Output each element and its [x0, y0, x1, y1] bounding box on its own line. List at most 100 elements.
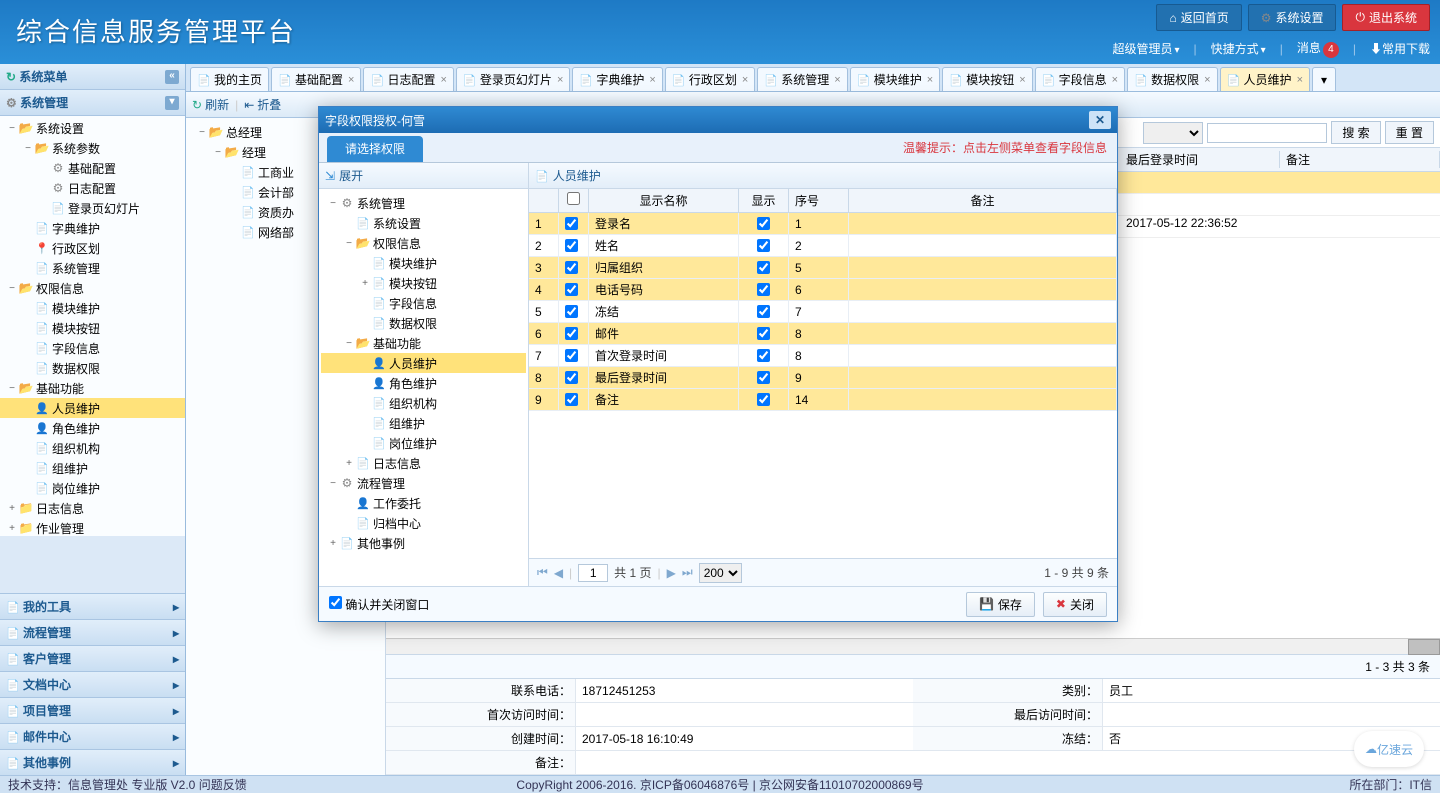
- row-show-checkbox[interactable]: [739, 301, 789, 322]
- tab-模块维护[interactable]: 模块维护×: [850, 67, 940, 91]
- pager-size-select[interactable]: 200: [699, 563, 742, 583]
- tree-toggle-icon[interactable]: +: [327, 538, 339, 549]
- tree-item-系统设置[interactable]: 系统设置: [321, 213, 526, 233]
- tree-item-作业管理[interactable]: +作业管理: [0, 518, 185, 536]
- tree-toggle-icon[interactable]: +: [359, 278, 371, 289]
- row-checkbox[interactable]: [559, 279, 589, 300]
- tree-toggle-icon[interactable]: −: [6, 383, 18, 394]
- tree-toggle-icon[interactable]: −: [343, 338, 355, 349]
- tree-item-组织机构[interactable]: 组织机构: [321, 393, 526, 413]
- col-show-header[interactable]: 显示: [739, 189, 789, 212]
- tree-item-字段信息[interactable]: 字段信息: [0, 338, 185, 358]
- settings-button[interactable]: 系统设置: [1248, 4, 1337, 31]
- tab-字段信息[interactable]: 字段信息×: [1035, 67, 1125, 91]
- modal-row[interactable]: 6邮件8: [529, 323, 1117, 345]
- modal-row[interactable]: 2姓名2: [529, 235, 1117, 257]
- tree-item-系统管理[interactable]: 系统管理: [0, 258, 185, 278]
- tab-模块按钮[interactable]: 模块按钮×: [942, 67, 1032, 91]
- tab-数据权限[interactable]: 数据权限×: [1127, 67, 1217, 91]
- expand-icon[interactable]: ▸: [173, 652, 179, 666]
- tree-item-系统管理[interactable]: −系统管理: [321, 193, 526, 213]
- quick-menu[interactable]: 快捷方式: [1211, 40, 1266, 57]
- collapse-button[interactable]: ⇤折叠: [244, 96, 281, 113]
- pager-first[interactable]: ⏮: [537, 565, 548, 580]
- tab-close-icon[interactable]: ×: [1019, 74, 1025, 86]
- download-link[interactable]: 常用下载: [1370, 40, 1430, 57]
- expand-icon[interactable]: ▸: [173, 626, 179, 640]
- col-name-header[interactable]: 显示名称: [589, 189, 739, 212]
- row-checkbox[interactable]: [559, 301, 589, 322]
- horizontal-scrollbar[interactable]: [386, 638, 1440, 654]
- tree-toggle-icon[interactable]: −: [327, 198, 339, 209]
- tree-item-归档中心[interactable]: 归档中心: [321, 513, 526, 533]
- modal-close-button[interactable]: ✕: [1089, 111, 1111, 129]
- expand-icon[interactable]: ▸: [173, 678, 179, 692]
- tree-toggle-icon[interactable]: +: [343, 458, 355, 469]
- tree-item-日志信息[interactable]: +日志信息: [321, 453, 526, 473]
- tab-close-icon[interactable]: ×: [1204, 74, 1210, 86]
- row-show-checkbox[interactable]: [739, 257, 789, 278]
- tree-item-模块按钮[interactable]: 模块按钮: [0, 318, 185, 338]
- row-show-checkbox[interactable]: [739, 213, 789, 234]
- tab-登录页幻灯片[interactable]: 登录页幻灯片×: [456, 67, 570, 91]
- confirm-close-checkbox[interactable]: 确认并关闭窗口: [329, 596, 429, 613]
- tab-字典维护[interactable]: 字典维护×: [572, 67, 662, 91]
- row-checkbox[interactable]: [559, 257, 589, 278]
- tree-item-其他事例[interactable]: +其他事例: [321, 533, 526, 553]
- tab-close-icon[interactable]: ×: [927, 74, 933, 86]
- pager-next[interactable]: ▶: [667, 566, 676, 580]
- tab-overflow[interactable]: ▾: [1312, 67, 1336, 91]
- tree-item-模块维护[interactable]: 模块维护: [0, 298, 185, 318]
- menu-header[interactable]: 系统菜单 «: [0, 64, 185, 90]
- accordion-文档中心[interactable]: 文档中心▸: [0, 671, 185, 697]
- accordion-其他事例[interactable]: 其他事例▸: [0, 749, 185, 775]
- modal-row[interactable]: 3归属组织5: [529, 257, 1117, 279]
- tree-toggle-icon[interactable]: −: [327, 478, 339, 489]
- tree-item-系统参数[interactable]: −系统参数: [0, 138, 185, 158]
- pager-last[interactable]: ⏭: [682, 565, 693, 580]
- tree-item-权限信息[interactable]: −权限信息: [0, 278, 185, 298]
- refresh-button[interactable]: 刷新: [192, 96, 229, 113]
- accordion-客户管理[interactable]: 客户管理▸: [0, 645, 185, 671]
- col-seq-header[interactable]: 序号: [789, 189, 849, 212]
- search-field-select[interactable]: [1143, 122, 1203, 144]
- collapse-icon[interactable]: ▾: [165, 96, 179, 110]
- tree-item-基础功能[interactable]: −基础功能: [321, 333, 526, 353]
- tree-item-组维护[interactable]: 组维护: [0, 458, 185, 478]
- expand-icon[interactable]: ▸: [173, 704, 179, 718]
- row-checkbox[interactable]: [559, 323, 589, 344]
- modal-row[interactable]: 9备注14: [529, 389, 1117, 411]
- search-input[interactable]: [1207, 123, 1327, 143]
- pager-prev[interactable]: ◀: [554, 566, 563, 580]
- expand-icon[interactable]: ▸: [173, 730, 179, 744]
- tab-我的主页[interactable]: 我的主页: [190, 67, 269, 91]
- search-button[interactable]: 搜 索: [1331, 121, 1380, 144]
- tree-item-模块按钮[interactable]: +模块按钮: [321, 273, 526, 293]
- home-button[interactable]: 返回首页: [1156, 4, 1241, 31]
- row-checkbox[interactable]: [559, 389, 589, 410]
- tree-item-组织机构[interactable]: 组织机构: [0, 438, 185, 458]
- tab-close-icon[interactable]: ×: [834, 74, 840, 86]
- tree-item-字段信息[interactable]: 字段信息: [321, 293, 526, 313]
- tab-人员维护[interactable]: 人员维护×: [1220, 67, 1310, 91]
- tree-item-角色维护[interactable]: 角色维护: [321, 373, 526, 393]
- tree-item-日志配置[interactable]: 日志配置: [0, 178, 185, 198]
- collapse-icon[interactable]: «: [165, 70, 179, 84]
- tree-item-角色维护[interactable]: 角色维护: [0, 418, 185, 438]
- tree-item-人员维护[interactable]: 人员维护: [0, 398, 185, 418]
- tree-toggle-icon[interactable]: +: [6, 523, 18, 534]
- modal-expand-bar[interactable]: 展开: [319, 163, 528, 189]
- modal-titlebar[interactable]: 字段权限授权-何雪 ✕: [319, 107, 1117, 133]
- tree-toggle-icon[interactable]: −: [6, 123, 18, 134]
- close-button[interactable]: ✖关闭: [1043, 592, 1107, 617]
- expand-icon[interactable]: ▸: [173, 600, 179, 614]
- row-checkbox[interactable]: [559, 235, 589, 256]
- tree-toggle-icon[interactable]: −: [6, 283, 18, 294]
- accordion-我的工具[interactable]: 我的工具▸: [0, 593, 185, 619]
- tree-item-权限信息[interactable]: −权限信息: [321, 233, 526, 253]
- tree-item-组维护[interactable]: 组维护: [321, 413, 526, 433]
- tree-item-字典维护[interactable]: 字典维护: [0, 218, 185, 238]
- tab-基础配置[interactable]: 基础配置×: [271, 67, 361, 91]
- tab-日志配置[interactable]: 日志配置×: [363, 67, 453, 91]
- tree-toggle-icon[interactable]: −: [212, 147, 224, 158]
